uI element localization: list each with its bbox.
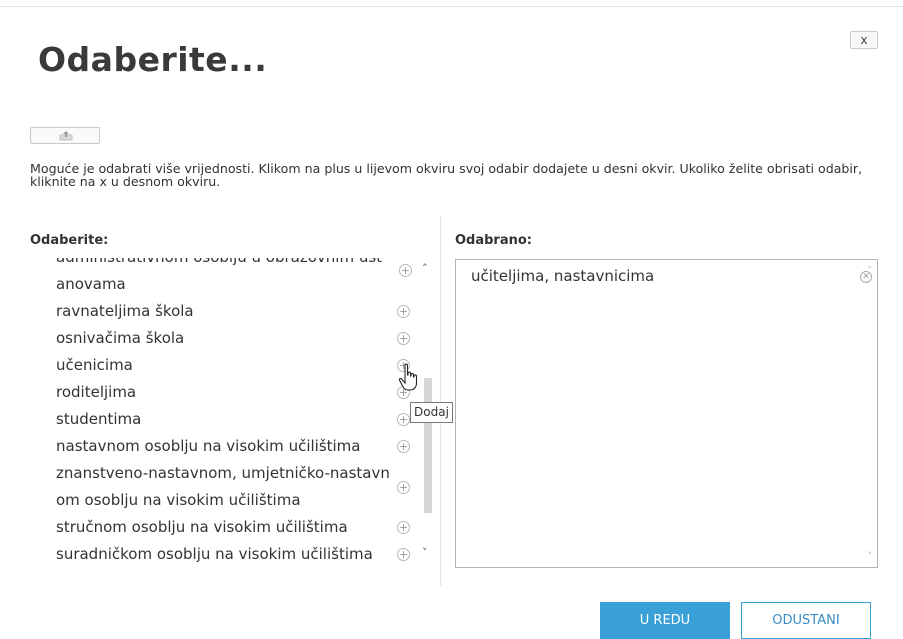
add-tooltip: Dodaj <box>410 402 453 423</box>
top-border <box>0 0 903 7</box>
cancel-button[interactable]: ODUSTANI <box>741 602 871 639</box>
available-options-list[interactable]: administrativnom osoblju u obrazovnim us… <box>30 258 436 568</box>
list-item: osnivačima škola + <box>56 329 410 347</box>
add-plus-icon[interactable]: + <box>397 332 410 345</box>
right-panel-label: Odabrano: <box>455 233 533 248</box>
scroll-up-arrow-icon[interactable]: ˄ <box>422 262 428 275</box>
list-item: nastavnom osoblju na visokim učilištima + <box>56 437 410 455</box>
selected-item: učiteljima, nastavnicima <box>471 267 655 285</box>
list-item: ravnateljima škola + <box>56 302 410 320</box>
left-panel-label: Odaberite: <box>30 233 109 248</box>
dialog-title: Odaberite... <box>38 40 268 79</box>
list-item: suradničkom osoblju na visokim učilištim… <box>56 545 410 563</box>
panel-divider <box>440 216 441 586</box>
list-item: roditeljima + <box>56 383 410 401</box>
list-item: om osoblju na visokim učilištima <box>56 491 301 509</box>
add-plus-icon[interactable]: + <box>399 264 412 277</box>
hand-pointer-icon <box>398 363 418 391</box>
add-plus-icon[interactable]: + <box>397 305 410 318</box>
list-item: učenicima + <box>56 356 410 374</box>
list-item: anovama <box>56 275 126 293</box>
scroll-down-arrow-icon[interactable]: ˅ <box>867 550 873 563</box>
add-plus-icon[interactable]: + <box>397 413 410 426</box>
list-item: studentima + <box>56 410 410 428</box>
scroll-down-arrow-icon[interactable]: ˅ <box>422 546 428 559</box>
scroll-up-arrow-icon[interactable]: ˄ <box>867 264 873 277</box>
list-item: administrativnom osoblju u obrazovnim us… <box>30 258 410 271</box>
list-item: znanstveno-nastavnom, umjetničko-nastavn… <box>56 464 410 494</box>
list-item: stručnom osoblju na visokim učilištima + <box>56 518 410 536</box>
add-plus-icon[interactable]: + <box>397 548 410 561</box>
add-plus-icon[interactable]: + <box>397 521 410 534</box>
add-plus-icon[interactable]: + <box>397 440 410 453</box>
scroll-thumb[interactable] <box>424 378 432 513</box>
upload-button[interactable] <box>30 127 100 144</box>
upload-icon <box>59 131 73 141</box>
instructions-text: Moguće je odabrati više vrijednosti. Kli… <box>30 161 863 189</box>
close-button[interactable]: x <box>850 31 878 49</box>
selected-options-list[interactable]: učiteljima, nastavnicima ✕ ˄ ˅ <box>455 259 878 568</box>
ok-button[interactable]: U REDU <box>600 602 730 639</box>
